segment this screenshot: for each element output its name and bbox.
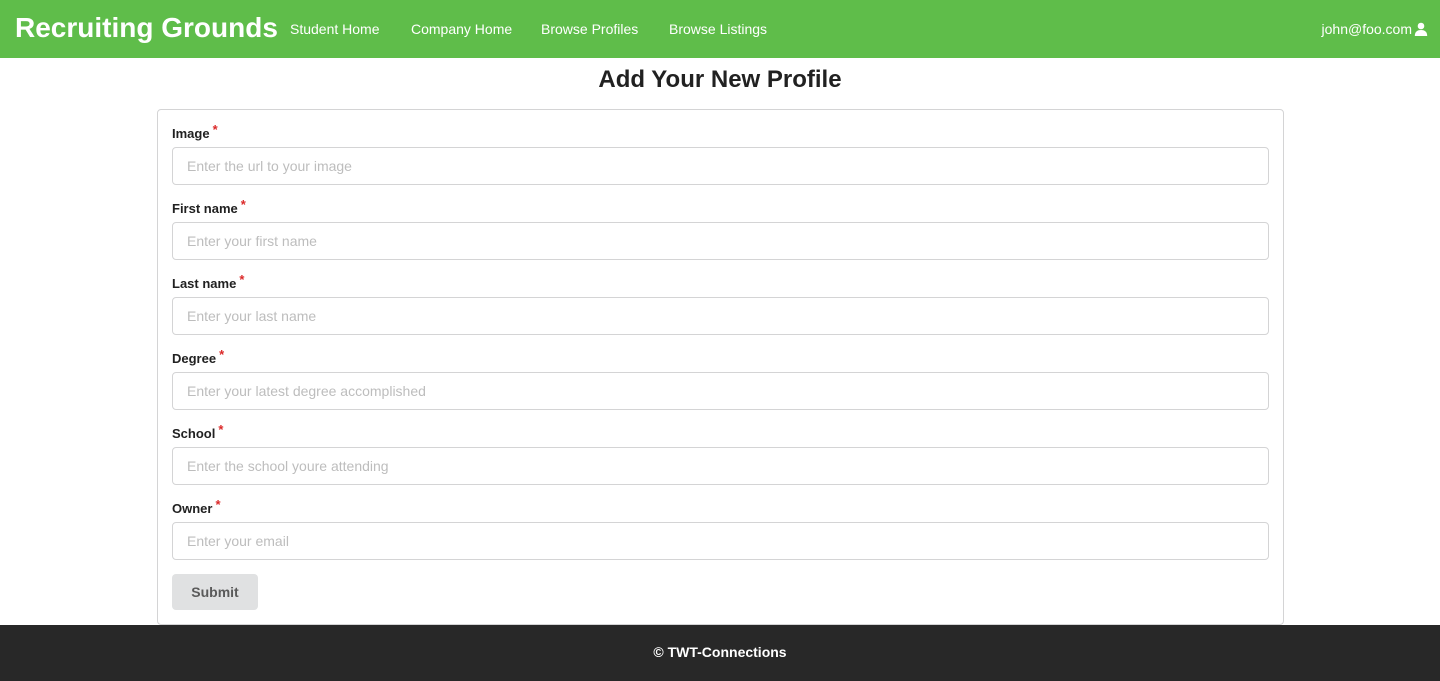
school-input[interactable] (172, 447, 1269, 485)
required-marker: * (212, 122, 218, 137)
degree-label: Degree * (172, 347, 225, 368)
submit-button[interactable]: Submit (172, 574, 258, 610)
degree-input[interactable] (172, 372, 1269, 410)
image-label-text: Image (172, 126, 210, 141)
last-name-label: Last name * (172, 272, 245, 293)
nav-link-browse-profiles[interactable]: Browse Profiles (541, 19, 638, 39)
degree-label-text: Degree (172, 351, 217, 366)
page-title: Add Your New Profile (598, 66, 842, 93)
nav-link-student-home[interactable]: Student Home (290, 19, 380, 39)
school-label-text: School (172, 426, 216, 441)
brand-logo-text[interactable]: Recruiting Grounds (15, 10, 278, 46)
top-navbar: Recruiting Grounds Student Home Company … (0, 0, 1440, 58)
profile-form: Image* First name* Last name* Degree* Sc… (157, 109, 1284, 625)
last-name-label-text: Last name (172, 276, 237, 291)
image-url-input[interactable] (172, 147, 1269, 185)
nav-link-company-home[interactable]: Company Home (411, 19, 512, 39)
first-name-input[interactable] (172, 222, 1269, 260)
owner-label: Owner * (172, 497, 221, 518)
owner-label-text: Owner (172, 501, 213, 516)
last-name-input[interactable] (172, 297, 1269, 335)
owner-email-input[interactable] (172, 522, 1269, 560)
image-label: Image * (172, 122, 218, 143)
footer-copyright: © TWT-Connections (653, 644, 787, 660)
required-marker: * (215, 497, 221, 512)
first-name-label-text: First name (172, 201, 238, 216)
footer: © TWT-Connections (0, 625, 1440, 681)
required-marker: * (218, 422, 224, 437)
user-email: john@foo.com (1321, 21, 1412, 37)
user-menu[interactable]: john@foo.com (1322, 19, 1428, 39)
nav-link-browse-listings[interactable]: Browse Listings (669, 19, 767, 39)
school-label: School * (172, 422, 224, 443)
required-marker: * (239, 272, 245, 287)
user-icon (1414, 22, 1428, 36)
required-marker: * (240, 197, 246, 212)
first-name-label: First name * (172, 197, 246, 218)
required-marker: * (219, 347, 225, 362)
